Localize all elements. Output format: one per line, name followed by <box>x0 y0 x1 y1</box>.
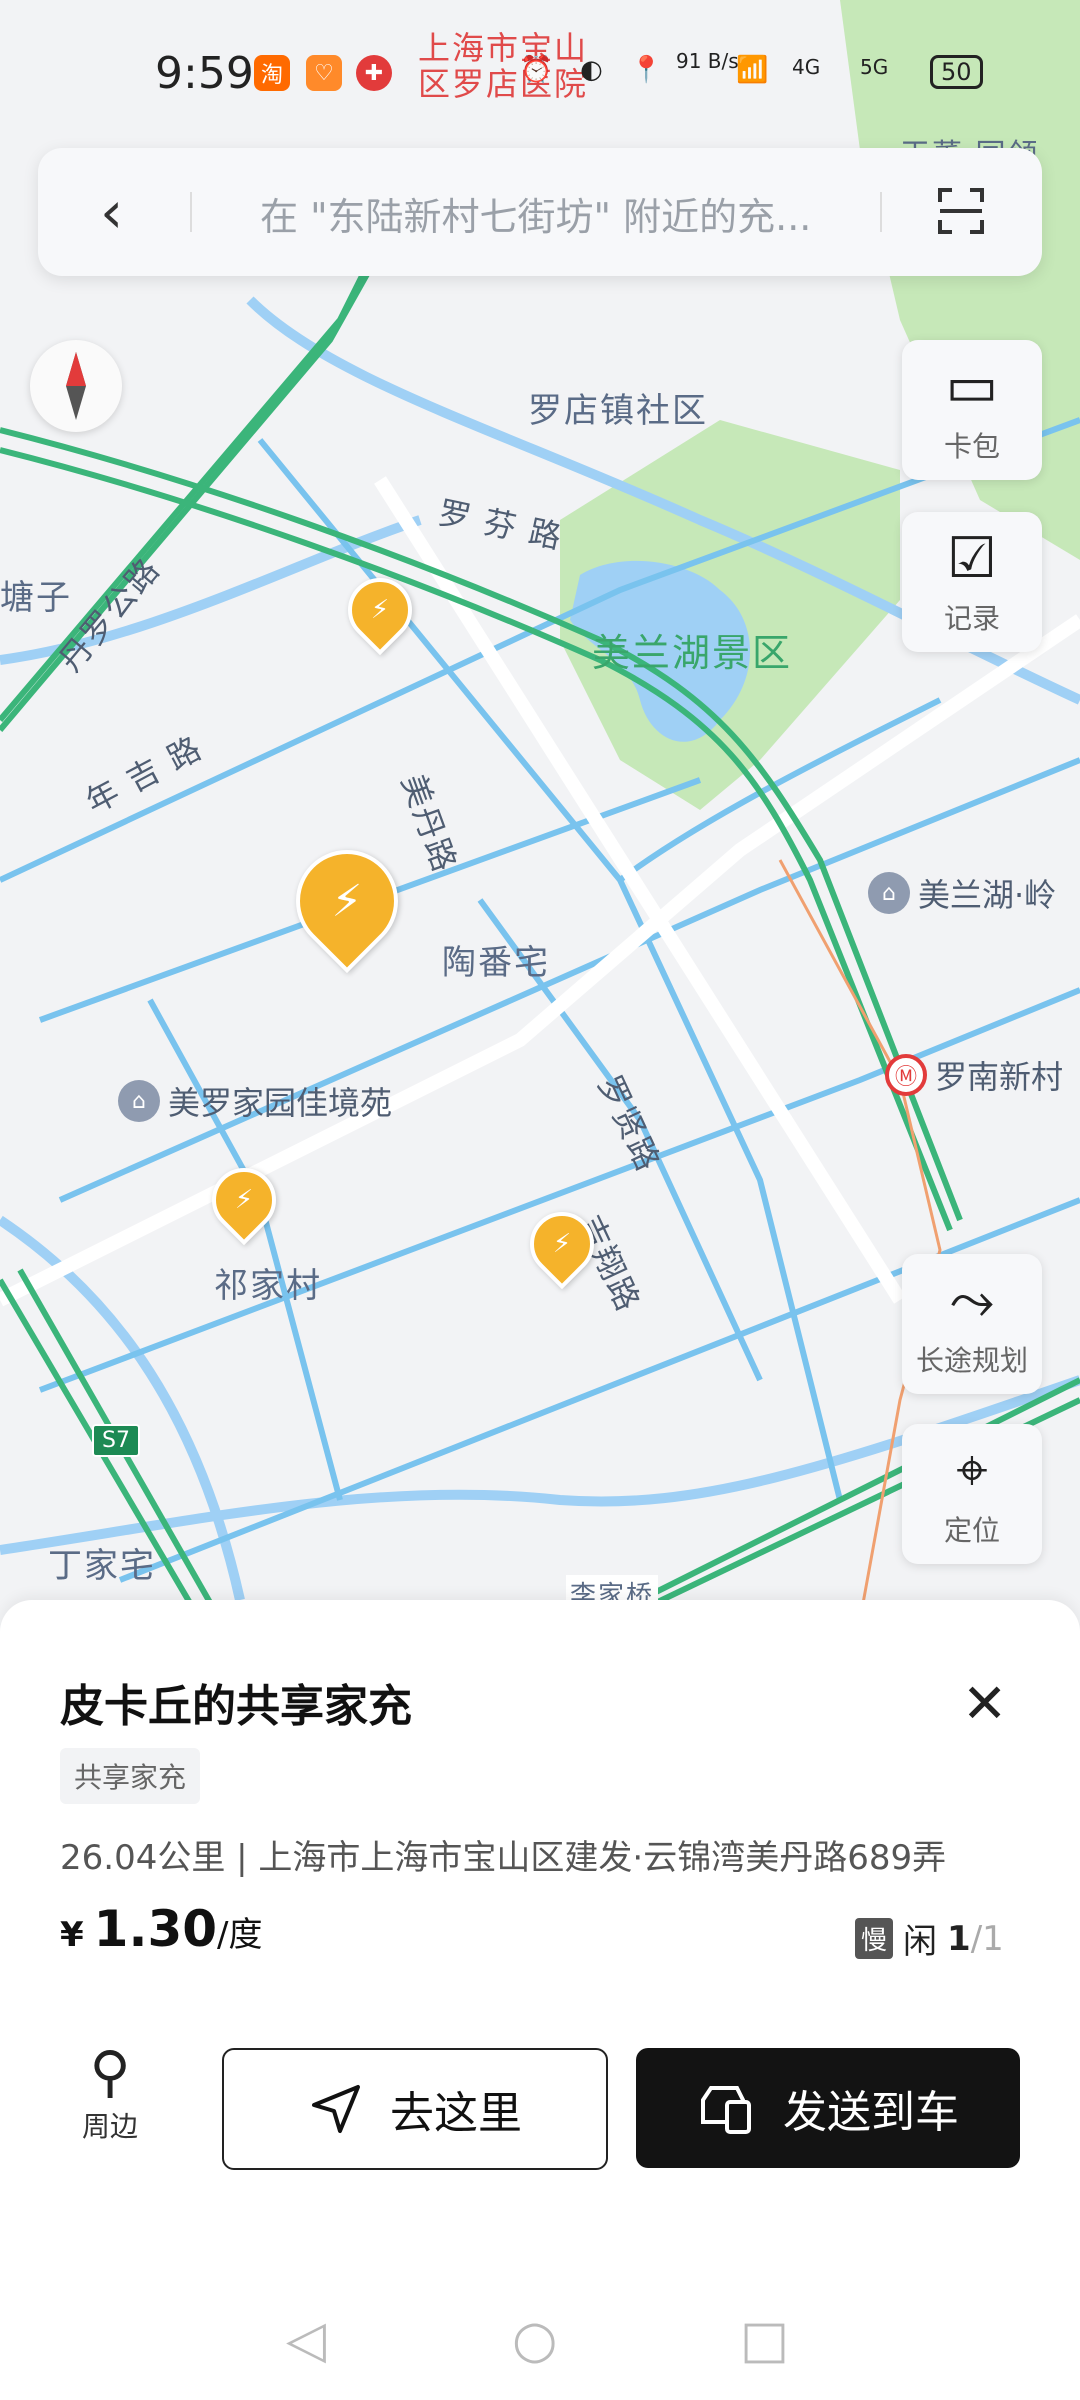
route-icon: ⤳ <box>949 1268 995 1333</box>
search-input[interactable]: 在 "东陆新村七街坊" 附近的充... <box>260 186 900 241</box>
price-value: 1.30 <box>93 1900 218 1958</box>
map-label-taofanzhai: 陶番宅 <box>442 943 550 983</box>
poi-meilanhu-ling[interactable]: ⌂ 美兰湖·岭 <box>868 870 1056 916</box>
charger-house-icon: ⚡ <box>370 595 390 625</box>
availability-count: 1/1 <box>947 1919 1004 1959</box>
status-time: 9:59 <box>155 48 254 99</box>
search-icon: ⚲ <box>89 2040 131 2105</box>
close-icon[interactable]: ✕ <box>962 1672 1007 1735</box>
send-to-car-button[interactable]: 发送到车 <box>636 2048 1020 2168</box>
status-bar: 9:59 淘 ♡ ✚ ⏰ ◐ 📍 91 B/s 📶 4G 5G 50 <box>0 0 1080 130</box>
map-label-meilan-lake: 美兰湖景区 <box>592 631 793 675</box>
availability-status: 闲 <box>903 1922 938 1962</box>
station-address: 26.04公里 | 上海市上海市宝山区建发·云锦湾美丹路689弄 <box>60 1838 947 1878</box>
metro-icon: Ⓜ <box>885 1054 927 1096</box>
back-icon[interactable]: ‹ <box>100 178 123 246</box>
records-button[interactable]: ☑ 记录 <box>902 512 1042 652</box>
signal-4g: 4G <box>792 55 821 79</box>
charger-house-icon: ⚡ <box>331 875 363 927</box>
wifi-icon: 📶 <box>736 55 769 85</box>
dnd-icon: ◐ <box>580 55 603 85</box>
poi-pin-icon: ⌂ <box>868 872 910 914</box>
poi-meiluo-garden[interactable]: ⌂ 美罗家园佳境苑 <box>118 1078 392 1124</box>
divider <box>190 192 192 232</box>
station-title: 皮卡丘的共享家充 <box>60 1681 412 1732</box>
compass[interactable] <box>30 340 122 432</box>
phone-car-icon <box>701 2086 751 2134</box>
route-label: 长途规划 <box>915 1344 1028 1377</box>
signal-5g: 5G <box>860 55 889 79</box>
nearby-button[interactable]: ⚲ 周边 <box>60 2040 160 2145</box>
poi-pin-icon: ⌂ <box>118 1080 160 1122</box>
network-speed: 91 B/s <box>676 49 739 73</box>
compass-icon <box>66 352 86 420</box>
highway-badge: S7 <box>92 1424 140 1457</box>
navigate-button[interactable]: 去这里 <box>222 2048 608 2170</box>
navigation-arrow-icon <box>312 2085 360 2133</box>
total-count: /1 <box>970 1918 1004 1959</box>
medical-pin-icon: ✚ <box>356 55 392 91</box>
station-tag: 共享家充 <box>60 1748 201 1804</box>
map-label-tangzi: 塘子 <box>0 578 72 618</box>
map-label-qijiacun: 祁家村 <box>214 1266 322 1306</box>
poi-luonan-metro[interactable]: Ⓜ 罗南新村 <box>885 1052 1063 1098</box>
available-count: 1 <box>947 1918 971 1959</box>
navigate-label: 去这里 <box>390 2088 522 2139</box>
heart-app-icon: ♡ <box>306 55 342 91</box>
search-bar[interactable]: ‹ 在 "东陆新村七街坊" 附近的充... <box>38 148 1042 276</box>
wallet-icon: ▭ <box>945 354 999 419</box>
scan-icon[interactable] <box>936 186 986 236</box>
wallet-button[interactable]: ▭ 卡包 <box>902 340 1042 480</box>
recents-nav-icon[interactable]: □ <box>740 2310 789 2370</box>
home-nav-icon[interactable]: ○ <box>512 2310 557 2370</box>
charger-house-icon: ⚡ <box>234 1185 254 1215</box>
records-label: 记录 <box>943 602 1000 635</box>
map-label-dingjiazhai: 丁家宅 <box>48 1546 156 1586</box>
divider <box>880 192 882 232</box>
system-nav-bar: ◁ ○ □ <box>0 2280 1080 2400</box>
poi-label: 罗南新村 <box>935 1058 1064 1096</box>
locate-button[interactable]: ⌖ 定位 <box>902 1424 1042 1564</box>
send-to-car-label: 发送到车 <box>783 2087 959 2138</box>
route-plan-button[interactable]: ⤳ 长途规划 <box>902 1254 1042 1394</box>
charger-house-icon: ⚡ <box>552 1229 572 1259</box>
records-icon: ☑ <box>946 526 998 591</box>
price: ¥1.30/度 <box>60 1900 263 1958</box>
alarm-icon: ⏰ <box>520 55 553 85</box>
price-unit: /度 <box>217 1915 263 1955</box>
price-currency: ¥ <box>60 1915 84 1955</box>
poi-label: 美兰湖·岭 <box>918 876 1057 914</box>
locate-label: 定位 <box>943 1514 1000 1547</box>
wallet-label: 卡包 <box>943 430 1000 463</box>
poi-label: 美罗家园佳境苑 <box>168 1084 393 1122</box>
nearby-label: 周边 <box>81 2110 138 2143</box>
back-nav-icon[interactable]: ◁ <box>286 2310 326 2370</box>
availability: 慢 闲 1/1 <box>855 1914 1004 1963</box>
map-label-luodian: 罗店镇社区 <box>528 391 708 431</box>
speed-badge: 慢 <box>855 1918 894 1959</box>
crosshair-icon: ⌖ <box>956 1438 988 1503</box>
location-icon: 📍 <box>630 55 663 85</box>
battery-icon: 50 <box>930 55 983 89</box>
taobao-icon: 淘 <box>254 55 290 91</box>
